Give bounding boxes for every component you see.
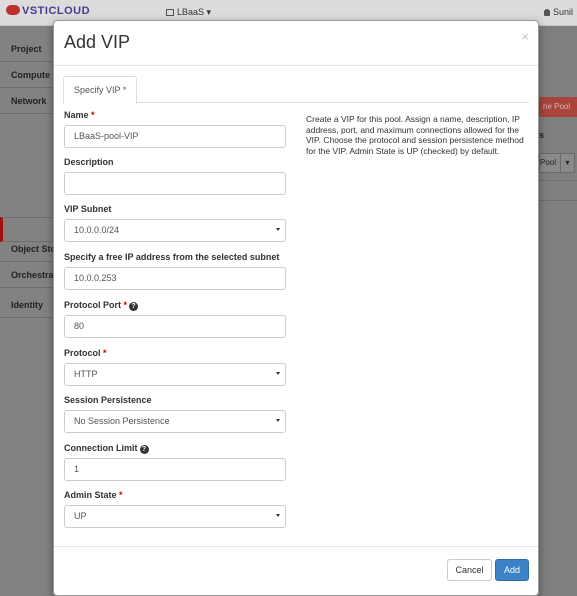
required-mark: *: [91, 110, 95, 120]
modal-title: Add VIP: [64, 32, 131, 52]
name-group: Name * LBaaS-pool-VIP: [64, 109, 286, 148]
project-label: LBaaS: [177, 7, 205, 17]
help-icon[interactable]: ?: [139, 445, 149, 454]
admin-state-group: Admin State * UP: [64, 489, 286, 528]
modal-tabs: Specify VIP *: [63, 76, 529, 104]
caret-down-icon: [276, 514, 280, 517]
sidebar-item-object-store[interactable]: Object Sto: [0, 236, 54, 262]
sidebar-item-network[interactable]: Network: [0, 88, 54, 114]
protocol-group: Protocol * HTTP: [64, 347, 286, 386]
add-vip-modal: Add VIP × Specify VIP * Name * LBaaS-poo…: [53, 20, 539, 596]
tab-specify-vip[interactable]: Specify VIP *: [63, 76, 138, 104]
protocol-label: Protocol *: [64, 347, 286, 359]
cube-icon: [166, 9, 174, 16]
session-persistence-group: Session Persistence No Session Persisten…: [64, 394, 286, 433]
vip-subnet-select[interactable]: 10.0.0.0/24: [64, 219, 286, 242]
connection-limit-label-text: Connection Limit: [64, 443, 138, 453]
modal-header: Add VIP ×: [54, 21, 538, 66]
connection-limit-label: Connection Limit?: [64, 442, 286, 454]
divider: [539, 200, 577, 201]
sidebar-item-identity[interactable]: Identity: [0, 292, 54, 318]
required-mark: *: [103, 348, 107, 358]
description-label: Description: [64, 157, 114, 167]
pool-actions-dropdown[interactable]: Pool ▾: [539, 153, 575, 173]
admin-state-value: UP: [74, 511, 87, 521]
name-label-text: Name: [64, 110, 89, 120]
project-selector[interactable]: LBaaS ▾: [166, 7, 211, 18]
ip-address-label: Specify a free IP address from the selec…: [64, 252, 280, 262]
admin-state-label: Admin State *: [64, 489, 286, 501]
admin-state-select[interactable]: UP: [64, 505, 286, 528]
vip-subnet-group: VIP Subnet 10.0.0.0/24: [64, 203, 286, 242]
divider: [539, 180, 577, 181]
add-button[interactable]: Add: [495, 559, 529, 581]
protocol-label-text: Protocol: [64, 348, 101, 358]
admin-state-label-text: Admin State: [64, 490, 117, 500]
protocol-port-label-text: Protocol Port: [64, 300, 122, 310]
help-description: Create a VIP for this pool. Assign a nam…: [306, 114, 524, 156]
vip-subnet-value: 10.0.0.0/24: [74, 225, 120, 235]
user-menu[interactable]: Sunil: [543, 7, 573, 17]
protocol-port-input[interactable]: 80: [64, 315, 286, 338]
vip-subnet-label: VIP Subnet: [64, 204, 112, 214]
sidebar-item-compute[interactable]: Compute: [0, 62, 54, 88]
modal-footer: Cancel Add: [54, 546, 538, 596]
connection-limit-input[interactable]: 1: [64, 458, 286, 481]
sidebar: Project Compute Network Object Sto Orche…: [0, 27, 54, 596]
background-heading: s: [539, 130, 545, 140]
brand-logo[interactable]: VSTICLOUD: [6, 5, 90, 17]
caret-down-icon: [276, 419, 280, 422]
protocol-select[interactable]: HTTP: [64, 363, 286, 386]
description-input[interactable]: [64, 172, 286, 195]
ip-address-group: Specify a free IP address from the selec…: [64, 251, 286, 290]
caret-down-icon: [276, 372, 280, 375]
protocol-port-group: Protocol Port *? 80: [64, 299, 286, 338]
close-icon[interactable]: ×: [521, 29, 529, 44]
caret-down-icon: ▾: [206, 7, 212, 17]
session-persistence-label: Session Persistence: [64, 395, 152, 405]
logo-text: VSTICLOUD: [22, 5, 91, 17]
protocol-port-label: Protocol Port *?: [64, 299, 286, 311]
sidebar-item-project[interactable]: Project: [0, 36, 54, 62]
add-pool-button[interactable]: ne Pool: [539, 97, 577, 117]
sidebar-item-orchestration[interactable]: Orchestrat: [0, 262, 54, 288]
help-icon[interactable]: ?: [129, 302, 139, 311]
required-mark: *: [123, 300, 128, 310]
name-label: Name *: [64, 109, 286, 121]
session-persistence-select[interactable]: No Session Persistence: [64, 410, 286, 433]
logo-mark-icon: [6, 5, 20, 15]
name-input[interactable]: LBaaS-pool-VIP: [64, 125, 286, 148]
session-persistence-value: No Session Persistence: [74, 416, 170, 426]
caret-down-icon: [276, 228, 280, 231]
caret-down-icon: ▾: [560, 154, 574, 172]
protocol-value: HTTP: [74, 369, 98, 379]
connection-limit-group: Connection Limit? 1: [64, 442, 286, 481]
user-label: Sunil: [552, 7, 573, 17]
description-group: Description: [64, 156, 286, 195]
cancel-button[interactable]: Cancel: [447, 559, 492, 581]
ip-address-input[interactable]: 10.0.0.253: [64, 267, 286, 290]
user-icon: [543, 9, 550, 16]
pool-actions-label: Pool: [540, 158, 557, 167]
required-mark: *: [119, 490, 123, 500]
